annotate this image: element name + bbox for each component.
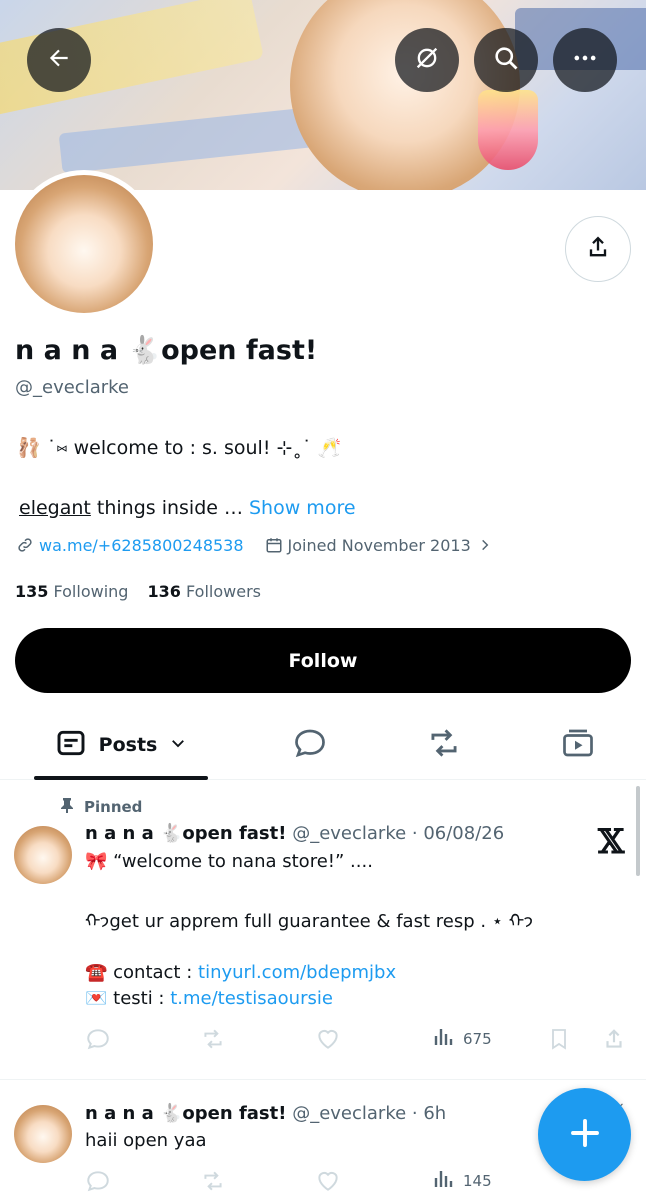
repost-button[interactable]	[200, 1024, 226, 1054]
post-header: n a n a 🐇open fast! @_eveclarke · 06/08/…	[85, 823, 504, 844]
profile-bio-line: 🩰 ˙⑅ welcome to : s. soul! ⊹˳˙ 🥂	[17, 437, 342, 459]
post-text: ☎️ contact : tinyurl.com/bdepmjbx	[85, 962, 397, 983]
link-icon	[15, 535, 35, 555]
post-link[interactable]: t.me/testisaoursie	[170, 988, 333, 1009]
tab-media[interactable]	[538, 710, 618, 780]
search-icon	[492, 44, 520, 76]
tab-posts-label: Posts	[98, 734, 158, 756]
views-count: 675	[463, 1030, 492, 1048]
bio-underlined-word: elegant	[19, 497, 91, 519]
arrow-left-icon	[46, 45, 72, 75]
profile-avatar[interactable]	[10, 170, 158, 318]
profile-website-link[interactable]: wa.me/+6285800248538	[39, 536, 244, 555]
banner-decoration	[58, 106, 322, 174]
views-icon	[431, 1167, 455, 1195]
joined-date[interactable]: Joined November 2013	[288, 536, 471, 555]
post-text: 🎀 “welcome to nana store!” ....	[85, 851, 373, 872]
views-button[interactable]: 675	[431, 1024, 492, 1054]
media-icon	[560, 725, 596, 765]
calendar-icon	[264, 535, 284, 555]
compose-post-button[interactable]	[538, 1088, 631, 1181]
reply-button[interactable]	[85, 1166, 111, 1196]
more-button[interactable]	[553, 28, 617, 92]
profile-bio-line: elegant things inside … Show more	[19, 497, 356, 519]
active-tab-indicator	[34, 776, 208, 780]
post-actions: 145	[85, 1166, 630, 1196]
post-divider	[0, 1079, 646, 1080]
following-stat[interactable]: 135 Following	[15, 582, 128, 601]
share-button[interactable]	[601, 1024, 627, 1054]
profile-tabs: Posts	[0, 710, 646, 780]
post-author-name[interactable]: n a n a 🐇open fast!	[85, 1103, 286, 1124]
back-button[interactable]	[27, 28, 91, 92]
profile-meta: wa.me/+6285800248538 Joined November 201…	[15, 535, 499, 555]
posts-icon	[55, 727, 87, 763]
tab-reposts[interactable]	[404, 710, 484, 780]
repost-button[interactable]	[200, 1166, 226, 1196]
privacy-button[interactable]	[395, 28, 459, 92]
bio-text: things inside …	[90, 497, 243, 519]
share-icon	[584, 233, 612, 265]
follow-stats: 135 Following 136 Followers	[15, 582, 261, 601]
like-button[interactable]	[315, 1024, 341, 1054]
post-text: 💌 testi : t.me/testisaoursie	[85, 988, 333, 1009]
profile-display-name: n a n a 🐇open fast!	[15, 335, 318, 366]
post-handle-date: @_eveclarke · 6h	[292, 1103, 447, 1124]
post-avatar[interactable]	[14, 1105, 72, 1163]
reply-bubble-icon	[292, 725, 328, 765]
follow-button[interactable]: Follow	[15, 628, 631, 693]
plus-icon	[567, 1115, 603, 1155]
banner-drink-art	[478, 90, 538, 170]
show-more-link[interactable]: Show more	[249, 497, 356, 519]
post-handle-date: @_eveclarke · 06/08/26	[292, 823, 505, 844]
profile-handle: @_eveclarke	[15, 377, 129, 398]
avatar-image	[15, 175, 153, 313]
pin-icon	[60, 797, 74, 817]
chevron-right-icon[interactable]	[475, 535, 495, 555]
tab-replies[interactable]	[270, 710, 350, 780]
share-profile-button[interactable]	[565, 216, 631, 282]
tab-posts[interactable]: Posts	[34, 710, 208, 780]
scrollbar[interactable]	[636, 786, 640, 876]
like-button[interactable]	[315, 1166, 341, 1196]
post-text: haii open yaa	[85, 1130, 207, 1151]
search-button[interactable]	[474, 28, 538, 92]
x-logo-icon: 𝕏	[598, 822, 625, 862]
views-button[interactable]: 145	[431, 1166, 492, 1196]
eye-slash-icon	[413, 44, 441, 76]
post-avatar[interactable]	[14, 826, 72, 884]
profile-banner[interactable]	[0, 0, 646, 190]
post-author-name[interactable]: n a n a 🐇open fast!	[85, 823, 286, 844]
reply-button[interactable]	[85, 1024, 111, 1054]
post-actions: 675	[85, 1024, 630, 1054]
bookmark-button[interactable]	[547, 1024, 571, 1054]
chevron-down-icon	[169, 734, 187, 756]
pinned-label: Pinned	[60, 797, 142, 817]
repost-icon	[425, 724, 463, 766]
post-header: n a n a 🐇open fast! @_eveclarke · 6h	[85, 1103, 446, 1124]
views-icon	[431, 1025, 455, 1053]
more-horizontal-icon	[571, 44, 599, 76]
followers-stat[interactable]: 136 Followers	[148, 582, 261, 601]
post-text: ᡣ𐭩get ur apprem full guarantee & fast re…	[85, 911, 534, 932]
views-count: 145	[463, 1172, 492, 1190]
post-link[interactable]: tinyurl.com/bdepmjbx	[198, 962, 396, 983]
